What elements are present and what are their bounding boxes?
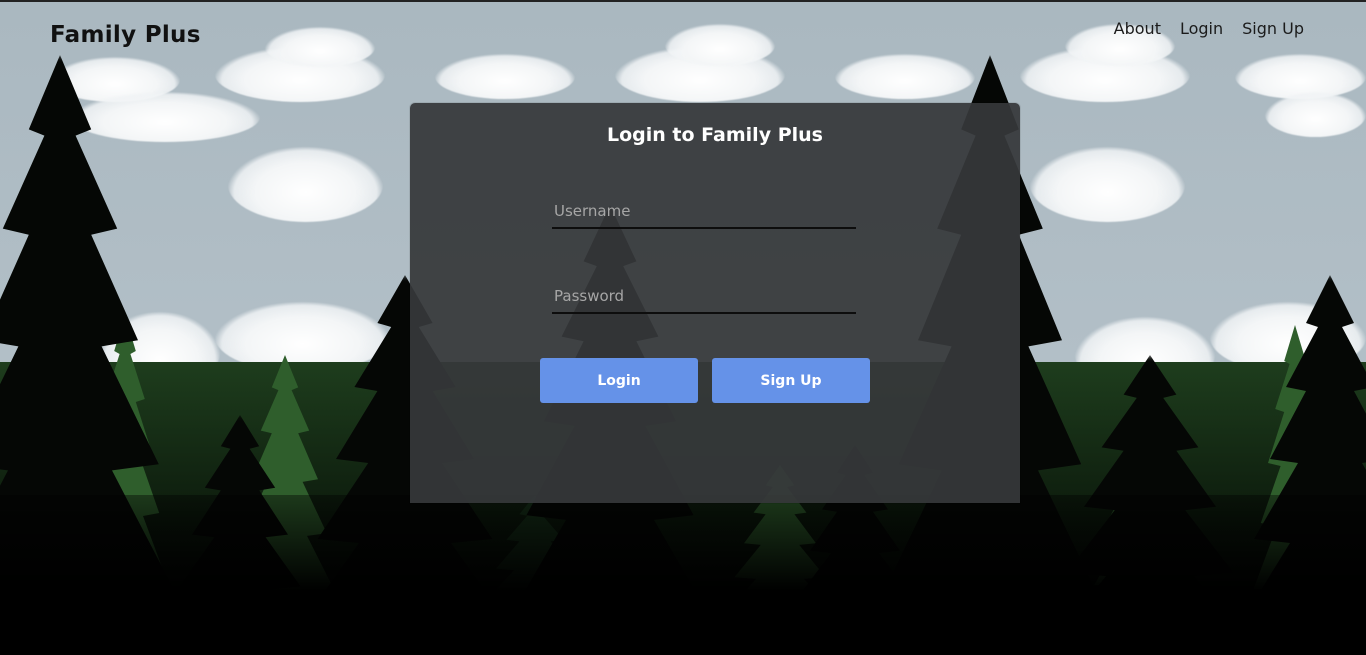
cloud bbox=[665, 24, 775, 66]
login-button[interactable]: Login bbox=[540, 358, 698, 403]
ground-shadow bbox=[0, 495, 1366, 655]
login-title: Login to Family Plus bbox=[607, 124, 823, 146]
brand-logo[interactable]: Family Plus bbox=[50, 22, 201, 48]
nav-link-about[interactable]: About bbox=[1114, 19, 1161, 38]
nav-link-login[interactable]: Login bbox=[1180, 19, 1223, 38]
cloud bbox=[1265, 92, 1366, 137]
top-nav: About Login Sign Up bbox=[1114, 19, 1304, 38]
cloud bbox=[435, 54, 575, 99]
cloud bbox=[835, 54, 975, 99]
cloud bbox=[228, 147, 383, 222]
cloud bbox=[265, 27, 375, 67]
username-input[interactable] bbox=[552, 195, 856, 229]
password-input[interactable] bbox=[552, 280, 856, 314]
cloud bbox=[1030, 147, 1185, 222]
cloud bbox=[70, 92, 260, 142]
login-card: Login to Family Plus Login Sign Up bbox=[410, 103, 1020, 503]
nav-link-sign-up[interactable]: Sign Up bbox=[1242, 19, 1304, 38]
sign-up-button[interactable]: Sign Up bbox=[712, 358, 870, 403]
